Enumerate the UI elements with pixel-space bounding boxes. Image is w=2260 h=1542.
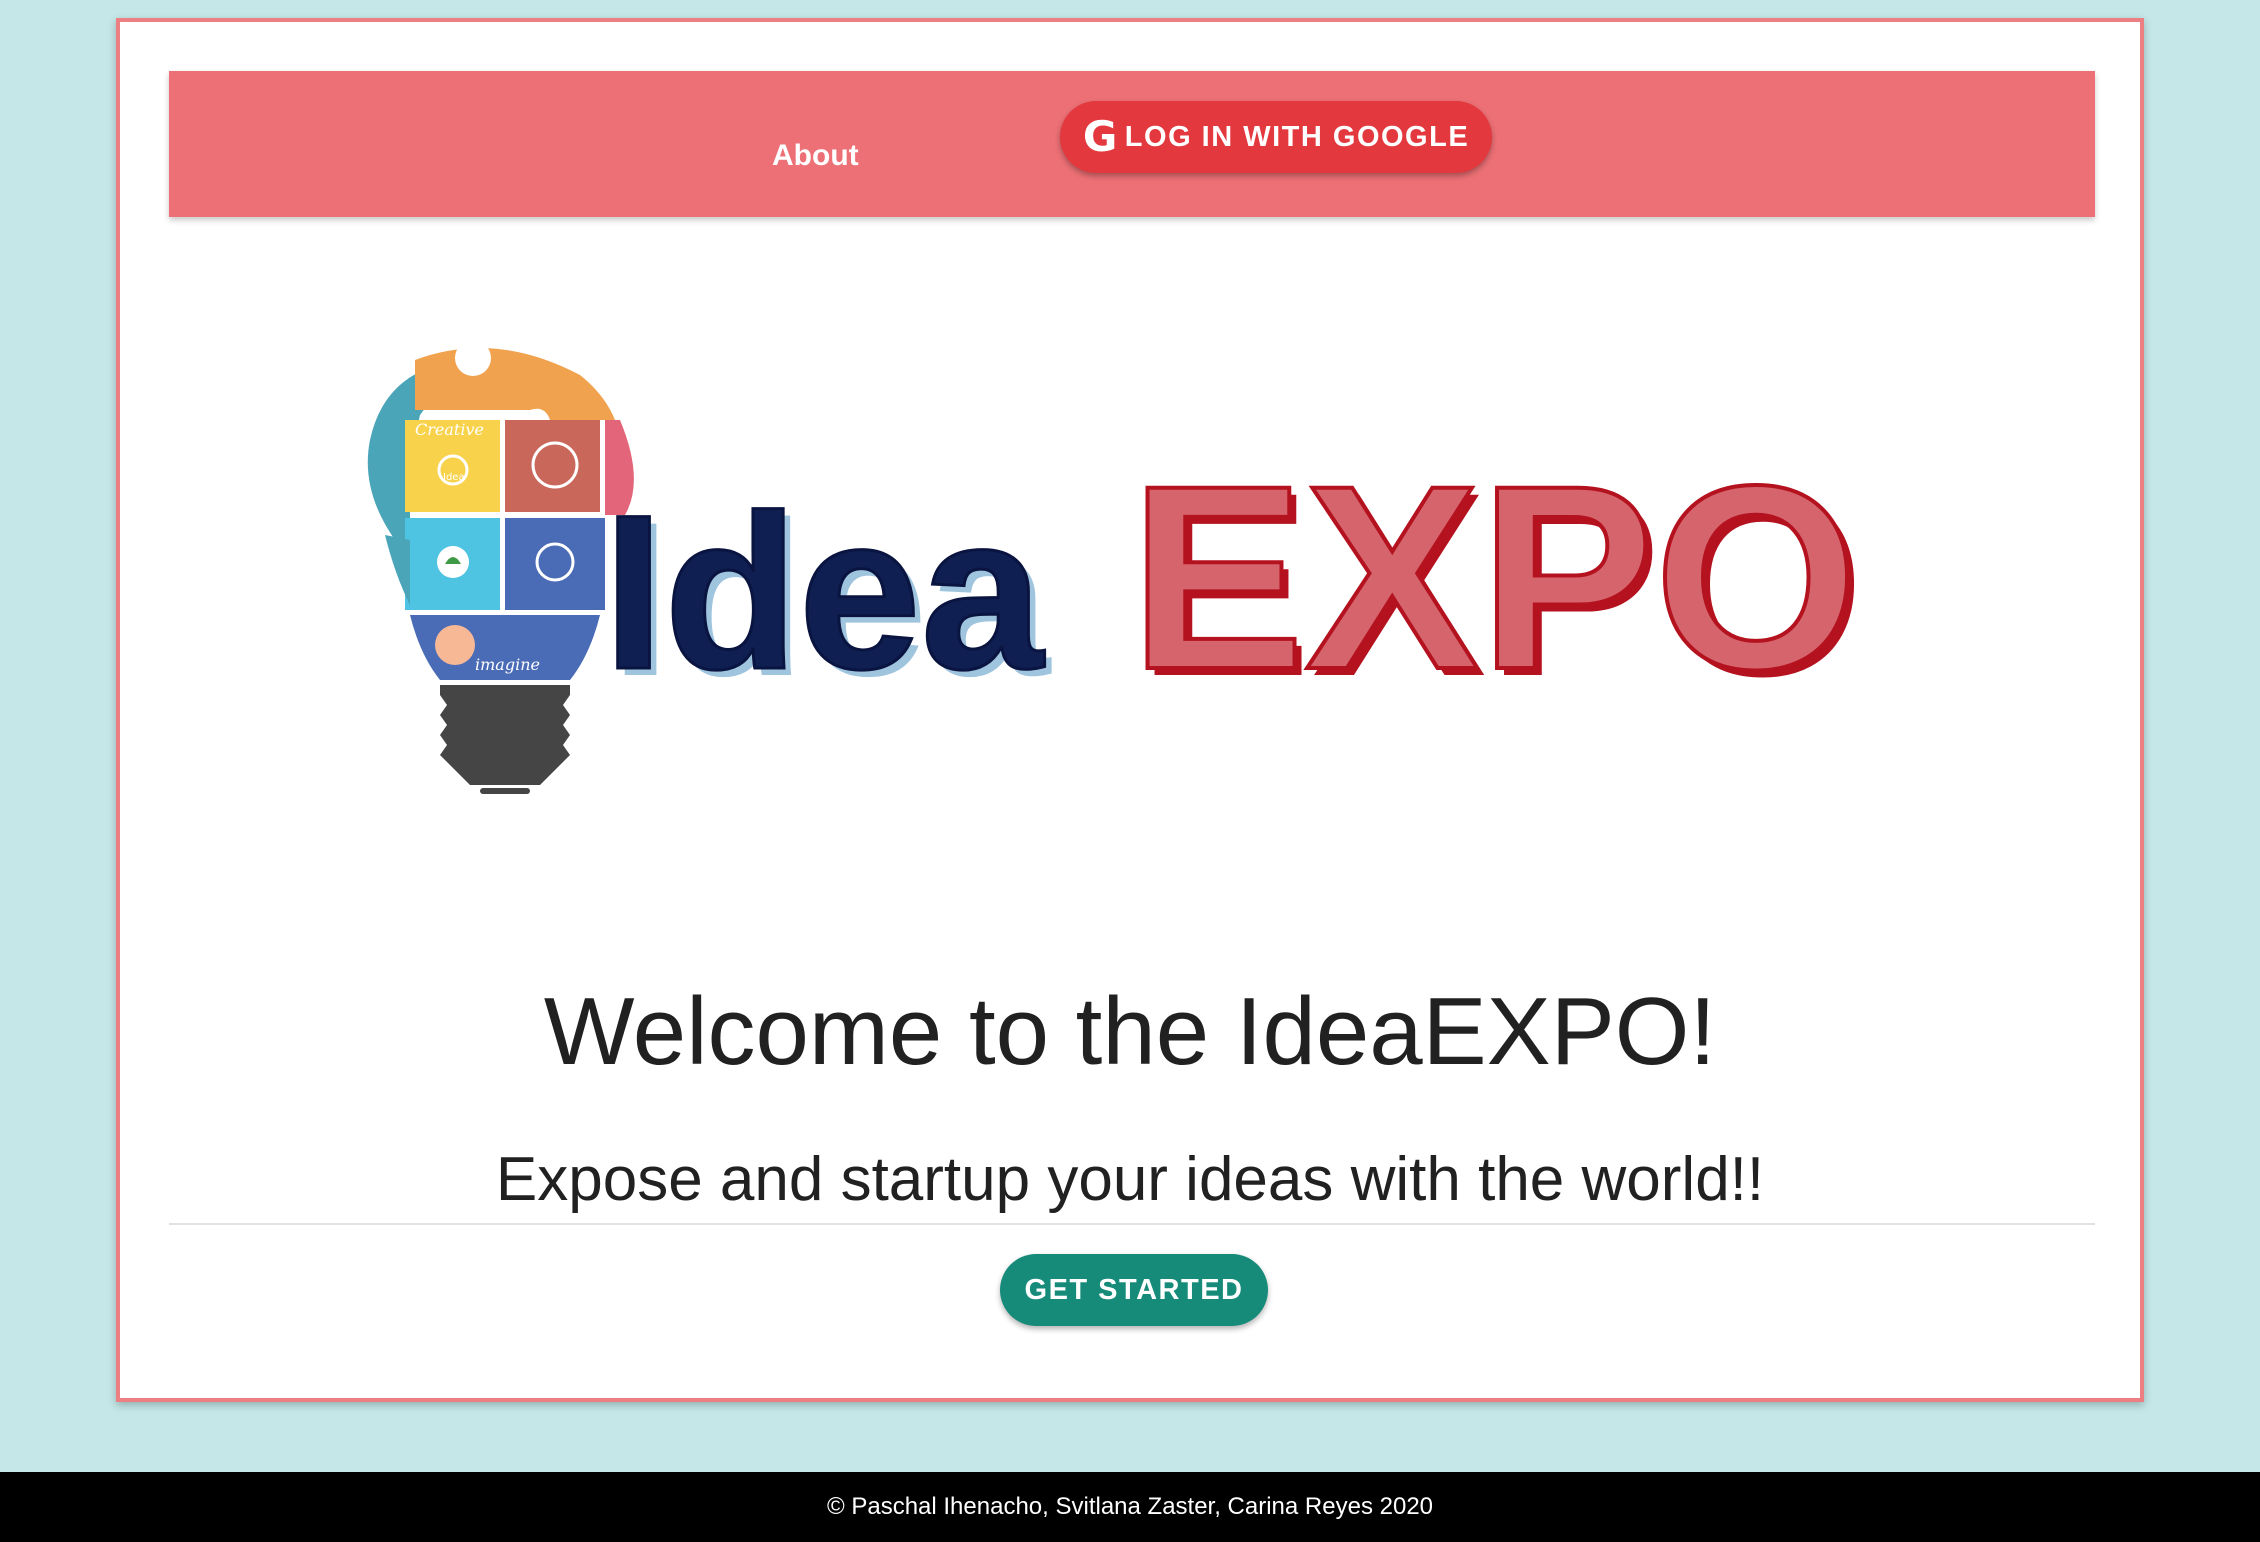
nav-about-link[interactable]: About [772,139,859,173]
get-started-button[interactable]: GET STARTED [1000,1254,1268,1326]
google-icon: G [1082,112,1119,161]
lightbulb-icon: Creative Idea imagine [367,340,634,794]
welcome-title: Welcome to the IdeaEXPO! [543,978,1717,1085]
main-card: About G LOG IN WITH GOOGLE Creative Idea… [116,18,2144,1402]
bulb-bottom-label: imagine [475,655,540,674]
logo-expo-text: EXPO [1130,431,1858,724]
divider [169,1223,2095,1225]
logo-idea-text: Idea [603,469,1045,715]
welcome-subtitle: Expose and startup your ideas with the w… [495,1145,1765,1214]
footer: © Paschal Ihenacho, Svitlana Zaster, Car… [0,1472,2260,1542]
bulb-top-label: Creative [415,420,484,439]
ideaexpo-logo: Creative Idea imagine Idea Idea EXPO EXP… [367,340,1865,794]
google-login-button[interactable]: G LOG IN WITH GOOGLE [1060,101,1492,173]
footer-copyright: © Paschal Ihenacho, Svitlana Zaster, Car… [826,1493,1434,1520]
bulb-idea-label: Idea [443,472,465,483]
google-login-label: LOG IN WITH GOOGLE [1124,120,1470,153]
navbar: About G LOG IN WITH GOOGLE [169,71,2095,217]
